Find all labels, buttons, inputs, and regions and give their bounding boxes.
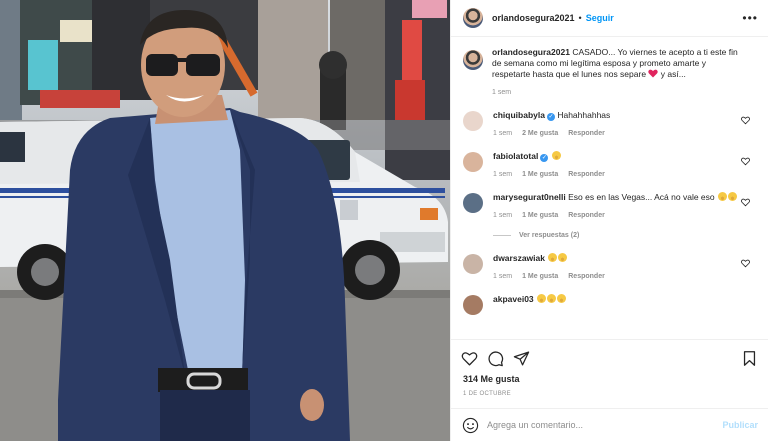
smiley-icon[interactable] [462,417,479,434]
comment-time[interactable]: 1 sem [493,212,512,219]
commenter-avatar[interactable] [463,254,483,274]
caption-meta: 1 sem [492,89,740,96]
comment-time[interactable]: 1 sem [493,273,512,280]
caption: orlandosegura2021 CASADO... Yo viernes t… [463,47,756,96]
commenter-username[interactable]: marysegurat0nelli [493,192,566,202]
caption-ending: y así... [660,69,686,79]
instagram-post: orlandosegura2021 • Seguir ••• orlandose… [0,0,768,441]
publish-button[interactable]: Publicar [722,420,758,430]
comment-likes[interactable]: 1 Me gusta [522,273,558,280]
commenter-avatar[interactable] [463,152,483,172]
laughing-emoji-icon [557,294,567,303]
caption-username[interactable]: orlandosegura2021 [492,47,570,57]
paper-plane-icon[interactable] [513,350,530,367]
commenter-avatar[interactable] [463,295,483,315]
post-date[interactable]: 1 DE OCTUBRE [451,391,768,397]
commenter-username[interactable]: akpavei03 [493,294,534,304]
comment-text: Hahahhahhas [557,110,611,120]
comment-likes[interactable]: 2 Me gusta [522,130,558,137]
commenter-username[interactable]: chiquibabyla [493,110,545,120]
heart-icon[interactable] [461,350,478,367]
reply-button[interactable]: Responder [568,273,605,280]
comment-heart-icon[interactable] [741,116,750,125]
follow-button[interactable]: Seguir [586,13,614,23]
comment-meta: 1 sem 1 Me gusta Responder [493,171,741,178]
laughing-emoji-icon [547,294,557,303]
post-header: orlandosegura2021 • Seguir ••• [451,0,768,37]
laughing-emoji-icon [551,151,561,160]
reply-button[interactable]: Responder [568,212,605,219]
comment-item: fabiolatotal ✓ 1 sem 1 Me gusta Responder [463,151,756,178]
comment-heart-icon[interactable] [741,198,750,207]
post-side-panel: orlandosegura2021 • Seguir ••• orlandose… [450,0,768,441]
laughing-emoji-icon [728,192,737,201]
add-comment-bar: Publicar [451,408,768,441]
comment-time[interactable]: 1 sem [493,171,512,178]
verified-badge-icon: ✓ [540,154,549,162]
caption-time[interactable]: 1 sem [492,89,511,96]
comment-input[interactable] [487,420,697,430]
comment-heart-icon[interactable] [741,259,750,268]
reply-button[interactable]: Responder [568,130,605,137]
city-scene [0,0,450,441]
comment-item: marysegurat0nelli Eso es en las Vegas...… [463,192,756,219]
caption-avatar[interactable] [463,50,483,70]
laughing-emoji-icon [718,192,727,201]
separator-dot: • [578,13,582,23]
commenter-avatar[interactable] [463,111,483,131]
comment-meta: 1 sem 2 Me gusta Responder [493,130,741,137]
commenter-username[interactable]: dwarszawiak [493,253,545,263]
view-replies-label: Ver respuestas (2) [519,232,580,239]
comment-item: dwarszawiak 1 sem 1 Me gusta Responder [463,253,756,280]
laughing-emoji-icon [548,253,558,262]
comment-meta: 1 sem 1 Me gusta Responder [493,212,741,219]
laughing-emoji-icon [558,253,568,262]
verified-badge-icon: ✓ [546,113,555,121]
author-avatar[interactable] [463,8,483,28]
comment-meta: 1 sem 1 Me gusta Responder [493,273,741,280]
author-username[interactable]: orlandosegura2021 [492,13,575,23]
comment-time[interactable]: 1 sem [493,130,512,137]
comment-icon[interactable] [487,350,504,367]
comment-text: Eso es en las Vegas... Acá no vale eso [568,192,715,202]
comment-likes[interactable]: 1 Me gusta [522,212,558,219]
comment-likes[interactable]: 1 Me gusta [522,171,558,178]
action-bar [451,339,768,377]
reply-button[interactable]: Responder [568,171,605,178]
comment-heart-icon[interactable] [741,157,750,166]
comments-section[interactable]: orlandosegura2021 CASADO... Yo viernes t… [451,37,768,339]
view-replies-button[interactable]: Ver respuestas (2) [493,232,756,239]
ellipsis-icon[interactable]: ••• [742,11,758,25]
comment-item: chiquibabyla ✓ Hahahhahhas 1 sem 2 Me gus… [463,110,756,137]
caption-text: orlandosegura2021 CASADO... Yo viernes t… [492,47,740,80]
red-heart-emoji-icon [648,69,659,78]
laughing-emoji-icon [537,294,547,303]
commenter-avatar[interactable] [463,193,483,213]
comment-item: akpavei03 [463,294,756,315]
bookmark-icon[interactable] [741,350,758,367]
commenter-username[interactable]: fabiolatotal [493,151,538,161]
likes-count[interactable]: 314 Me gusta [451,374,768,384]
post-photo[interactable] [0,0,450,441]
replies-line [493,235,511,236]
